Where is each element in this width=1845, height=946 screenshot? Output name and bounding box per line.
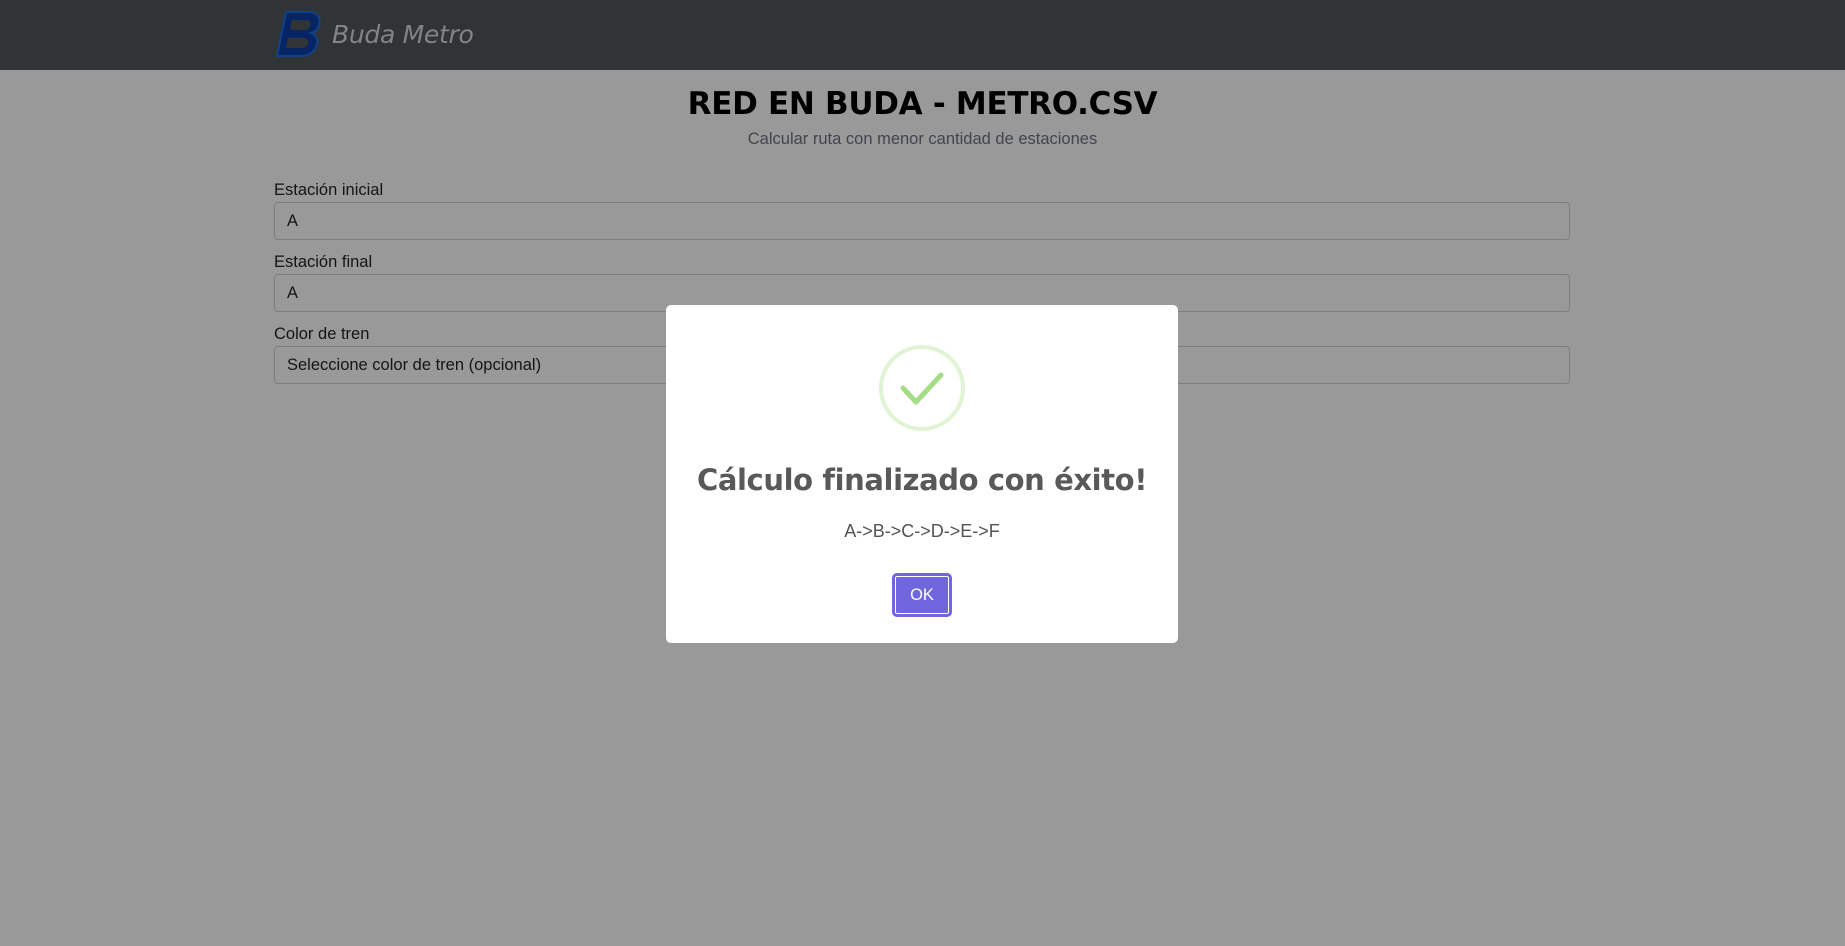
ok-button[interactable]: OK (892, 573, 952, 617)
dialog-title: Cálculo finalizado con éxito! (696, 463, 1148, 497)
dialog-route-text: A->B->C->D->E->F (844, 521, 1000, 541)
success-dialog: Cálculo finalizado con éxito! A->B->C->D… (666, 305, 1178, 643)
success-check-icon (879, 345, 965, 431)
